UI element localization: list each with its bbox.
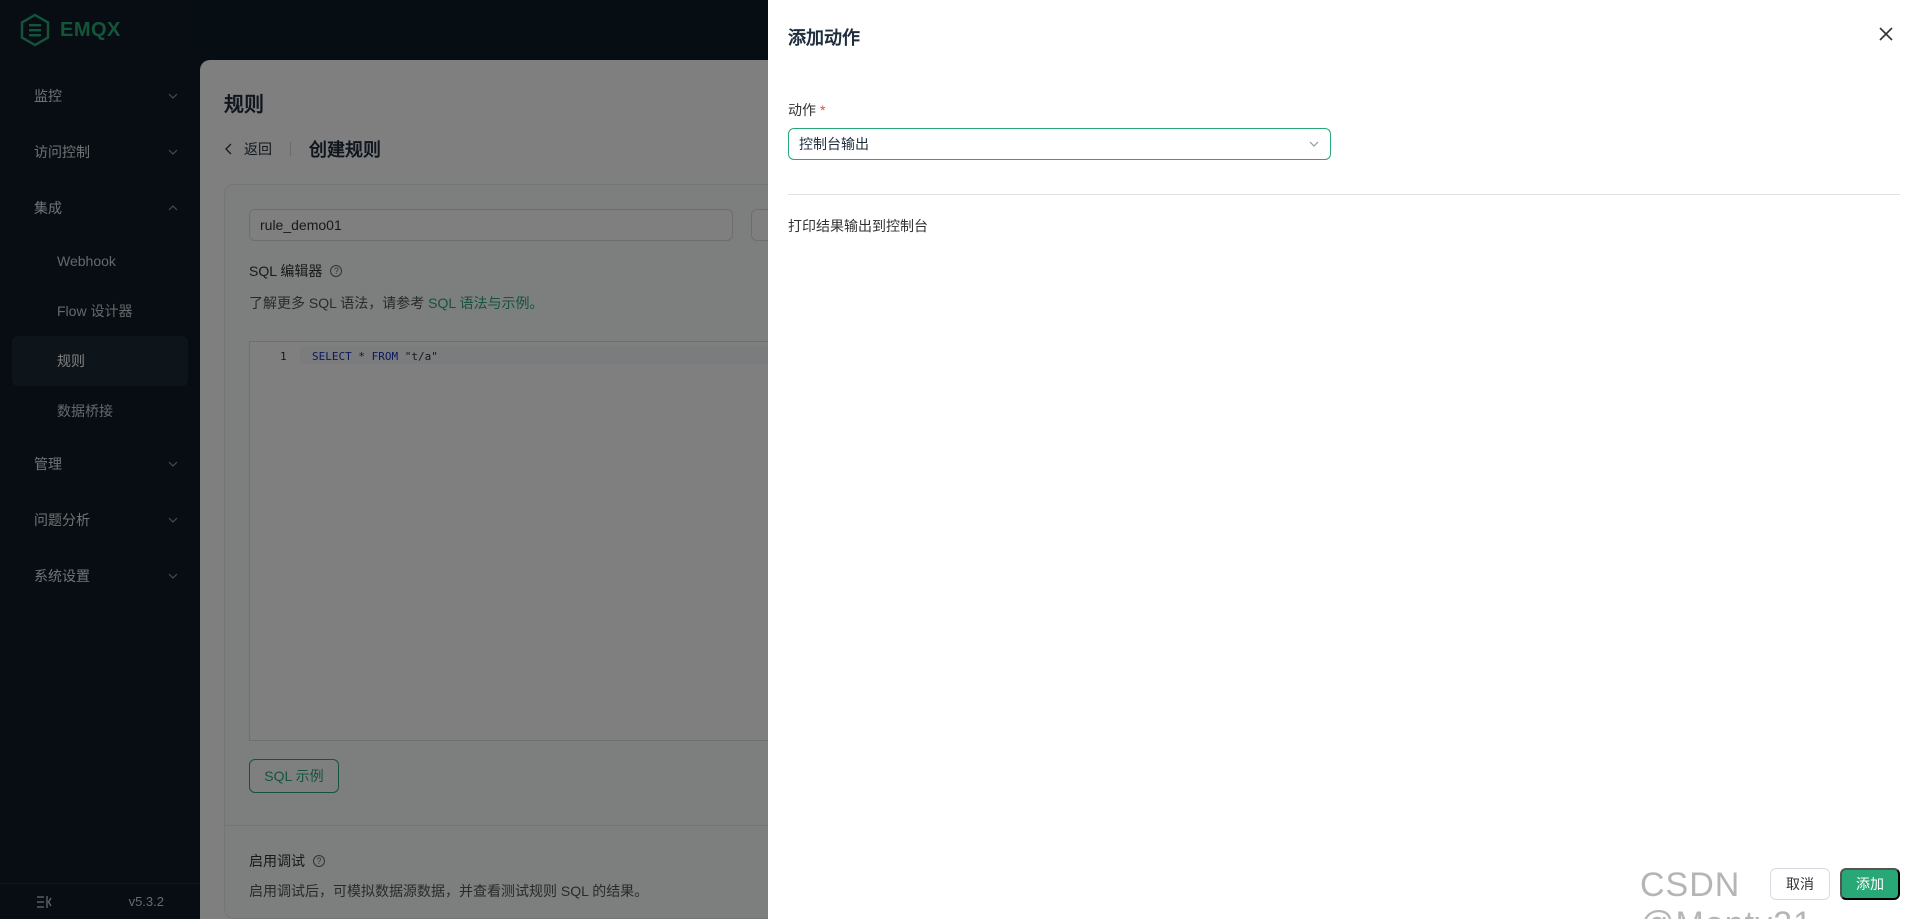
action-field-label-text: 动作 [788, 102, 816, 118]
add-action-drawer: 添加动作 动作 * 控制台输出 打印结果输出到控制台 取消 添加 [768, 0, 1920, 919]
watermark: CSDN @Monty21 [1640, 866, 1812, 919]
action-description: 打印结果输出到控制台 [788, 218, 928, 234]
chevron-down-icon [1309, 141, 1319, 147]
close-icon[interactable] [1876, 24, 1896, 44]
drawer-divider [788, 194, 1900, 195]
action-select[interactable]: 控制台输出 [788, 128, 1331, 160]
required-mark: * [820, 102, 826, 118]
action-select-value: 控制台输出 [799, 136, 869, 152]
action-field-label: 动作 * [788, 100, 825, 120]
drawer-title: 添加动作 [788, 28, 860, 48]
